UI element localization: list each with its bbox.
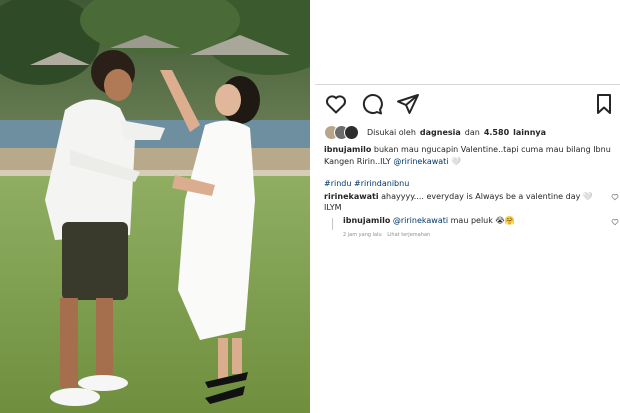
reply-emoji: 😭🤗 — [495, 216, 515, 225]
reply-like-icon[interactable] — [611, 218, 619, 226]
comment-item: ririnekawati ahayyyy.... everyday is Alw… — [324, 191, 606, 213]
post-photo — [0, 0, 310, 413]
liker-avatars — [324, 124, 359, 140]
reply-item: ibnujamilo @ririnekawati mau peluk 😭🤗 — [337, 216, 613, 225]
bookmark-icon[interactable] — [592, 92, 616, 116]
paper-plane-icon[interactable] — [396, 92, 420, 116]
hashtag-link[interactable]: #ririndanibnu — [354, 179, 409, 188]
divider — [315, 84, 620, 85]
reply-timestamp: 2 jam yang lalu — [343, 232, 382, 238]
translate-link[interactable]: Lihat terjemahan — [387, 232, 430, 238]
action-bar — [324, 92, 616, 116]
caption-mention[interactable]: @ririnekawati — [393, 157, 448, 166]
post-panel: Disukai oleh dagnesia dan 4.580 lainnya … — [310, 0, 620, 413]
likes-suffix[interactable]: lainnya — [513, 128, 546, 137]
avatar — [344, 124, 359, 140]
hashtags: #rindu #ririndanibnu — [324, 179, 409, 188]
likes-middle: dan — [464, 127, 480, 137]
reply-text: mau peluk — [450, 216, 493, 225]
heart-icon[interactable] — [324, 92, 348, 116]
white-heart-emoji: 🤍 — [582, 192, 593, 201]
likes-line: Disukai oleh dagnesia dan 4.580 lainnya — [324, 124, 614, 140]
reply-thread-line — [332, 218, 333, 230]
reply-mention[interactable]: @ririnekawati — [393, 216, 448, 225]
comment-text: ahayyyy.... everyday is Always be a vale… — [381, 192, 581, 201]
comment-like-icon[interactable] — [611, 193, 619, 201]
reply-meta: 2 jam yang lalu Lihat terjemahan — [343, 232, 434, 238]
likes-count[interactable]: 4.580 — [484, 128, 509, 137]
comment-bubble-icon[interactable] — [360, 92, 384, 116]
liker-username[interactable]: dagnesia — [420, 128, 461, 137]
caption-username[interactable]: ibnujamilo — [324, 145, 371, 154]
comment-text-line2: ILYM — [324, 203, 342, 212]
reply-username[interactable]: ibnujamilo — [343, 216, 390, 225]
hashtag-link[interactable]: #rindu — [324, 179, 351, 188]
post-caption: ibnujamilo bukan mau ngucapin Valentine.… — [324, 144, 614, 168]
white-heart-emoji: 🤍 — [451, 157, 462, 166]
comment-username[interactable]: ririnekawati — [324, 192, 379, 201]
likes-prefix: Disukai oleh — [367, 127, 416, 137]
